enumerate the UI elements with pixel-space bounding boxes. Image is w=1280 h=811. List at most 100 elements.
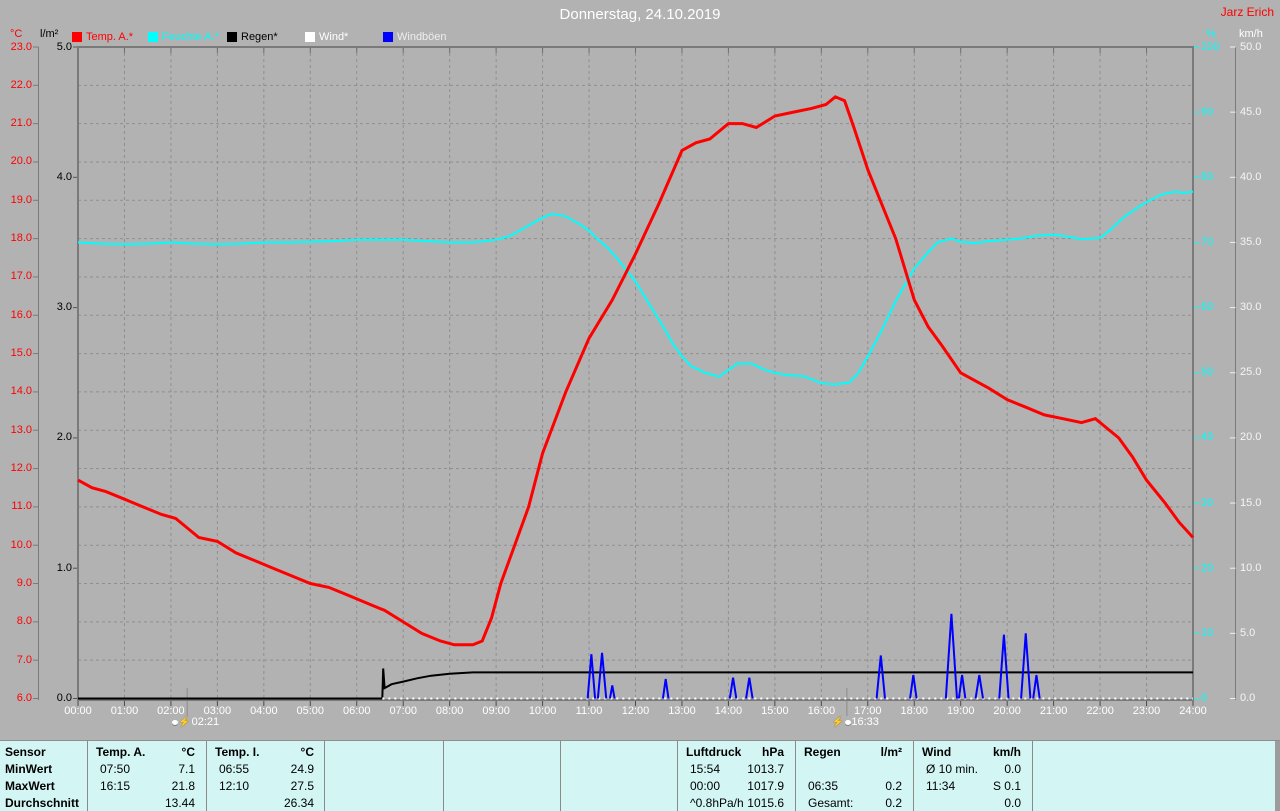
x-axis-label: 08:00 xyxy=(435,705,464,717)
x-axis-label: 01:00 xyxy=(110,705,139,717)
table-cell-time: 11:34 xyxy=(926,778,956,793)
rain-axis-label: 5.0 xyxy=(56,40,72,53)
table-cell-value: 1013.7 xyxy=(747,761,784,776)
rain-axis-label: 4.0 xyxy=(56,170,72,183)
flash-icon: ⚡ xyxy=(178,717,191,728)
table-cell-value: 0.0 xyxy=(1004,795,1021,810)
x-axis-label: 12:00 xyxy=(621,705,650,717)
table-row xyxy=(444,794,559,811)
table-cell-value: 24.9 xyxy=(290,761,314,776)
table-row xyxy=(561,777,676,794)
x-axis-label: 09:00 xyxy=(482,705,510,717)
table-cell-time: 12:10 xyxy=(219,778,250,793)
wind-axis-label: 15.0 xyxy=(1240,496,1262,509)
event-marker: ⚡ 02:21 xyxy=(172,716,219,729)
table-row: 11:34 S 0.1 xyxy=(914,777,1031,794)
humidity-axis-label: 80 xyxy=(1201,170,1214,183)
table-row xyxy=(1033,760,1272,777)
table-cell-time: 16:15 xyxy=(100,778,131,793)
table-col-name: Wind xyxy=(922,744,952,759)
table-row-label: MaxWert xyxy=(5,778,55,793)
wind-axis-label: 25.0 xyxy=(1240,366,1262,379)
humidity-axis-label: 30 xyxy=(1201,496,1214,509)
table-row: Gesamt: 0.2 xyxy=(796,794,912,811)
table-row-label: MinWert xyxy=(5,761,53,776)
window-edge xyxy=(1275,741,1280,811)
table-col-name: Temp. I. xyxy=(215,744,260,759)
table-row xyxy=(561,760,676,777)
wind-axis-label: 0.0 xyxy=(1240,692,1256,704)
x-axis-label: 04:00 xyxy=(250,705,278,717)
humidity-axis-label: 60 xyxy=(1201,301,1214,314)
wind-axis-label: 45.0 xyxy=(1240,105,1262,118)
table-col-unit: °C xyxy=(300,744,314,759)
temp-axis-label: 7.0 xyxy=(16,653,32,666)
table-cell-time: 06:55 xyxy=(219,761,250,776)
event-marker: ⚡ 16:33 xyxy=(832,716,879,729)
x-axis-label: 10:00 xyxy=(528,705,557,717)
table-col-header xyxy=(444,743,559,760)
temp-axis-label: 13.0 xyxy=(10,423,32,436)
table-col-unit: km/h xyxy=(992,744,1021,759)
wind-axis-label: 10.0 xyxy=(1240,561,1262,574)
table-cell-time: ^0.8hPa/h xyxy=(690,795,744,810)
temp-axis-label: 8.0 xyxy=(16,615,32,628)
table-col-header: Wind km/h xyxy=(914,743,1031,760)
temp-axis-label: 17.0 xyxy=(10,270,32,283)
table-cell-value: S 0.1 xyxy=(992,778,1021,793)
table-col-unit: hPa xyxy=(761,744,784,759)
x-axis-label: 20:00 xyxy=(993,705,1021,717)
x-axis-label: 24:00 xyxy=(1179,705,1207,717)
table-row xyxy=(444,777,559,794)
table-cell-value: 27.5 xyxy=(290,778,314,793)
temp-axis-label: 23.0 xyxy=(10,40,32,53)
table-row: 26.34 xyxy=(207,794,324,811)
marker-time-label: 16:33 xyxy=(851,716,879,728)
weather-chart xyxy=(33,46,1236,716)
table-col-name: Regen xyxy=(804,744,841,759)
humidity-axis-label: 0 xyxy=(1201,692,1208,704)
x-axis-label: 14:00 xyxy=(714,705,743,717)
table-row xyxy=(325,794,442,811)
table-row: 06:55 24.9 xyxy=(207,760,324,777)
table-row: Ø 10 min. 0.0 xyxy=(914,760,1031,777)
table-row: 0.0 xyxy=(914,794,1031,811)
table-cell-value: 13.44 xyxy=(164,795,195,810)
table-row xyxy=(1033,794,1272,811)
table-cell-time: 15:54 xyxy=(690,761,721,776)
rain-axis-label: 3.0 xyxy=(56,301,72,314)
temp-axis-label: 14.0 xyxy=(10,385,32,398)
wind-axis-label: 5.0 xyxy=(1240,626,1256,639)
table-row: 00:00 1017.9 xyxy=(678,777,794,794)
x-axis-label: 05:00 xyxy=(296,705,325,717)
humidity-axis-label: 40 xyxy=(1201,431,1214,444)
temp-axis-label: 11.0 xyxy=(11,500,32,513)
table-col-header xyxy=(561,743,676,760)
table-col-header: Regen l/m² xyxy=(796,743,912,760)
table-col-header xyxy=(1033,743,1272,760)
table-cell-time: Gesamt: xyxy=(808,795,854,810)
temp-axis-label: 12.0 xyxy=(10,462,32,475)
temp-axis-label: 18.0 xyxy=(10,232,32,245)
table-row: 15:54 1013.7 xyxy=(678,760,794,777)
table-cell-time: 00:00 xyxy=(690,778,721,793)
x-axis-label: 11:00 xyxy=(575,705,603,717)
table-row xyxy=(444,760,559,777)
rain-axis-label: 2.0 xyxy=(56,431,72,444)
x-axis-label: 06:00 xyxy=(342,705,371,717)
table-row: ^0.8hPa/h 1015.6 xyxy=(678,794,794,811)
humidity-axis-label: 50 xyxy=(1201,366,1214,379)
x-axis-label: 13:00 xyxy=(668,705,696,717)
table-col-header xyxy=(325,743,442,760)
table-cell-time: Ø 10 min. xyxy=(926,761,979,776)
table-row: 13.44 xyxy=(88,794,205,811)
table-row xyxy=(796,760,912,777)
temp-axis-label: 10.0 xyxy=(10,538,32,551)
wind-axis-label: 40.0 xyxy=(1240,170,1262,183)
table-cell-time: 06:35 xyxy=(808,778,839,793)
x-axis-label: 07:00 xyxy=(389,705,417,717)
humidity-axis-label: 10 xyxy=(1201,626,1214,639)
table-cell-value: 1015.6 xyxy=(747,795,784,810)
table-cell-value: 1017.9 xyxy=(747,778,784,793)
temp-axis-label: 15.0 xyxy=(10,347,32,360)
